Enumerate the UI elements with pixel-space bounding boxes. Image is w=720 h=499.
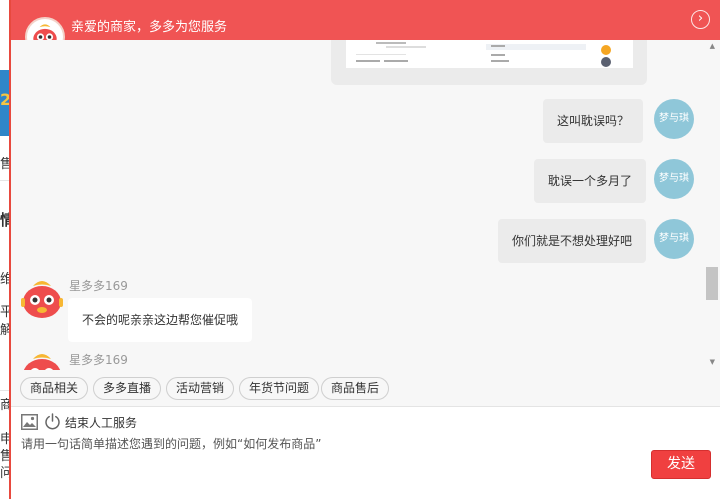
quick-action-chip[interactable]: 多多直播 (93, 377, 162, 400)
scroll-down-arrow-icon[interactable]: ▼ (710, 358, 715, 366)
message-bubble-sent: 你们就是不想处理好吧 (498, 219, 647, 263)
image-message-bubble[interactable] (331, 40, 647, 85)
screenshot-thumbnail-icon (356, 42, 611, 67)
input-area: 结束人工服务 请用一句话简单描述您遇到的问题，例如“如何发布商品” 发送 (11, 407, 720, 499)
agent-avatar-icon[interactable] (19, 349, 65, 370)
message-input[interactable]: 请用一句话简单描述您遇到的问题，例如“如何发布商品” (21, 435, 641, 452)
message-list[interactable]: 这叫耽误吗？ 梦与琪 耽误一个多月了 梦与琪 你们就是不想处理好吧 梦与琪 星多… (11, 40, 720, 370)
image-icon[interactable] (21, 414, 38, 430)
agent-avatar-icon[interactable] (19, 276, 65, 322)
quick-action-chip[interactable]: 年货节问题 (239, 377, 320, 400)
message-bubble-received: 不会的呢亲亲这边帮您催促哦 (68, 298, 253, 342)
chat-window: 亲爱的商家，多多为您服务 › 这叫耽误吗？ 梦与琪 耽误一个多月了 梦与琪 你们… (9, 0, 720, 499)
page: 2 售 情 维 平 解 商 申 售 问 亲爱的商家，多多为您服务 › 这叫耽误吗… (0, 0, 720, 499)
image-message-preview[interactable] (346, 40, 633, 68)
sender-name: 星多多169 (69, 353, 128, 367)
end-service-button[interactable]: 结束人工服务 (65, 414, 137, 431)
send-button[interactable]: 发送 (651, 450, 711, 479)
close-icon[interactable]: › (691, 10, 710, 29)
quick-action-chip[interactable]: 商品售后 (321, 377, 390, 400)
message-bubble-sent: 耽误一个多月了 (534, 159, 647, 203)
power-icon[interactable] (44, 413, 61, 430)
chat-title-bar: 亲爱的商家，多多为您服务 › (11, 0, 720, 40)
sender-name: 星多多169 (69, 279, 128, 293)
scroll-up-arrow-icon[interactable]: ▲ (710, 42, 715, 50)
scrollbar-thumb[interactable] (706, 267, 718, 300)
chat-title: 亲爱的商家，多多为您服务 (71, 20, 228, 35)
avatar[interactable]: 梦与琪 (654, 99, 694, 139)
message-bubble-sent: 这叫耽误吗？ (543, 99, 644, 143)
avatar[interactable]: 梦与琪 (654, 219, 694, 259)
avatar[interactable]: 梦与琪 (654, 159, 694, 199)
quick-action-chip[interactable]: 活动营销 (166, 377, 235, 400)
quick-action-chip[interactable]: 商品相关 (20, 377, 89, 400)
quick-actions-bar: 商品相关 多多直播 活动营销 年货节问题 商品售后 (11, 370, 720, 407)
